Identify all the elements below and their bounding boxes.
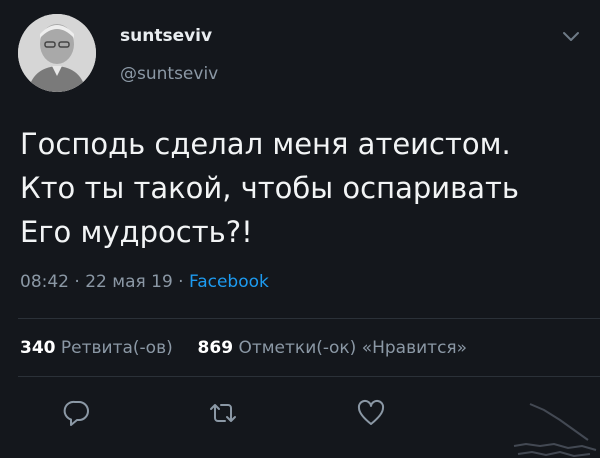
chevron-down-icon[interactable]	[560, 28, 582, 44]
retweets-stat[interactable]: 340 Ретвита(-ов)	[20, 338, 178, 358]
divider	[18, 318, 600, 319]
tweet-time[interactable]: 08:42	[20, 272, 69, 292]
heart-icon[interactable]	[356, 398, 386, 428]
separator: ·	[178, 272, 184, 292]
engagement-stats: 340 Ретвита(-ов) 869 Отметки(-ок) «Нрави…	[20, 338, 467, 358]
avatar-photo	[18, 14, 96, 92]
tweet-text: Господь сделал меня атеистом. Кто ты так…	[20, 122, 590, 254]
tweet-metadata: 08:42 · 22 мая 19 · Facebook	[20, 272, 269, 292]
retweets-label: Ретвита(-ов)	[60, 338, 173, 358]
display-name[interactable]: suntseviv	[120, 26, 212, 46]
user-handle[interactable]: @suntseviv	[120, 64, 218, 84]
separator: ·	[74, 272, 80, 292]
reply-icon[interactable]	[62, 398, 92, 428]
likes-stat[interactable]: 869 Отметки(-ок) «Нравится»	[198, 338, 468, 358]
watermark	[513, 403, 597, 458]
divider	[18, 376, 600, 377]
tweet-line: Кто ты такой, чтобы оспаривать	[20, 171, 519, 205]
likes-count: 869	[197, 338, 234, 358]
retweets-count: 340	[20, 338, 56, 358]
likes-label: Отметки(-ок) «Нравится»	[238, 338, 468, 358]
retweet-icon[interactable]	[208, 398, 238, 428]
tweet-date[interactable]: 22 мая 19	[85, 272, 173, 292]
tweet-line: Господь сделал меня атеистом.	[20, 127, 511, 161]
source-link[interactable]: Facebook	[189, 272, 269, 292]
avatar[interactable]	[18, 14, 96, 92]
tweet-line: Его мудрость?!	[20, 215, 253, 249]
